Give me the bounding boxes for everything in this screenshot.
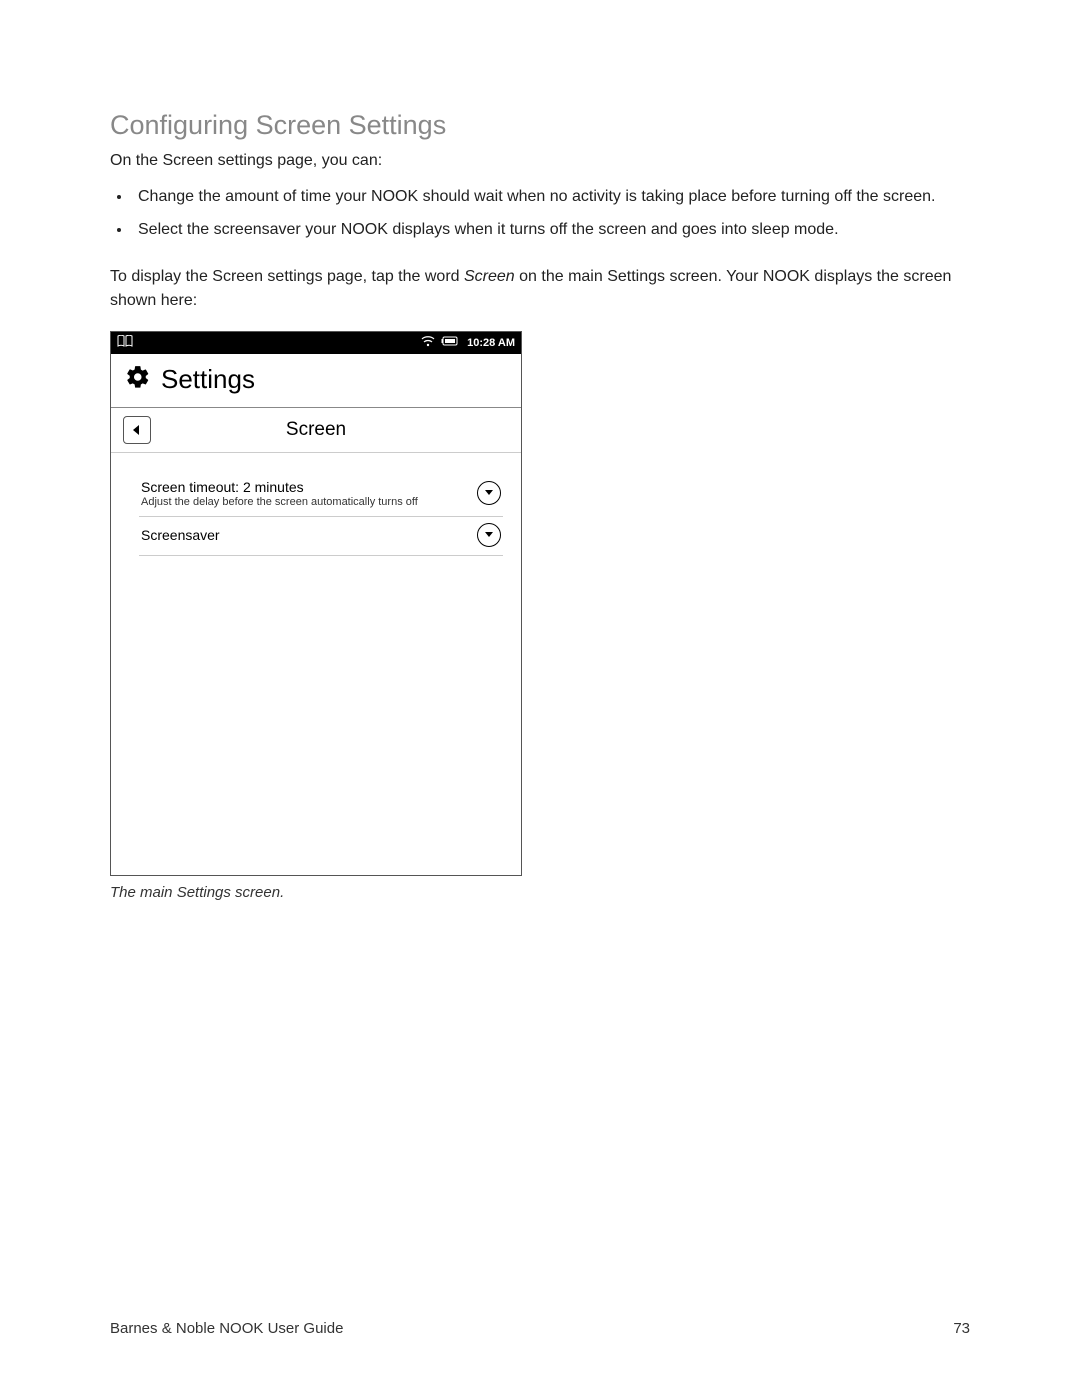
expand-button[interactable] — [477, 523, 501, 547]
bullet-item: Select the screensaver your NOOK display… — [132, 218, 970, 243]
settings-title: Settings — [161, 364, 255, 395]
settings-item-screen-timeout[interactable]: Screen timeout: 2 minutes Adjust the del… — [139, 473, 503, 517]
chevron-down-icon — [484, 531, 494, 539]
document-page: Configuring Screen Settings On the Scree… — [0, 0, 1080, 1397]
screen-row: Screen — [111, 408, 521, 453]
status-right: 10:28 AM — [421, 335, 515, 350]
item-primary-label: Screensaver — [141, 527, 220, 543]
settings-header: Settings — [111, 354, 521, 408]
book-icon — [117, 335, 133, 350]
battery-icon — [441, 336, 461, 349]
figure-caption: The main Settings screen. — [110, 884, 970, 901]
screen-title: Screen — [111, 419, 521, 441]
item-labels: Screen timeout: 2 minutes Adjust the del… — [141, 479, 418, 508]
page-number: 73 — [953, 1320, 970, 1337]
page-footer: Barnes & Noble NOOK User Guide 73 — [110, 1320, 970, 1337]
clock-label: 10:28 AM — [467, 337, 515, 349]
instruction-emphasis: Screen — [464, 268, 515, 285]
gear-icon — [125, 364, 151, 395]
section-heading: Configuring Screen Settings — [110, 110, 970, 141]
item-labels: Screensaver — [141, 527, 220, 543]
chevron-down-icon — [484, 489, 494, 497]
settings-body: Screen timeout: 2 minutes Adjust the del… — [111, 453, 521, 556]
wifi-icon — [421, 335, 435, 350]
expand-button[interactable] — [477, 481, 501, 505]
instruction-pre: To display the Screen settings page, tap… — [110, 268, 464, 285]
bullet-list: Change the amount of time your NOOK shou… — [132, 185, 970, 251]
intro-text: On the Screen settings page, you can: — [110, 149, 970, 173]
item-primary-label: Screen timeout: 2 minutes — [141, 479, 418, 495]
device-screenshot: 10:28 AM Settings Screen Screen tim — [110, 331, 522, 876]
status-bar: 10:28 AM — [111, 332, 521, 354]
settings-item-screensaver[interactable]: Screensaver — [139, 517, 503, 556]
instruction-text: To display the Screen settings page, tap… — [110, 265, 970, 313]
item-secondary-label: Adjust the delay before the screen autom… — [141, 496, 418, 508]
footer-left: Barnes & Noble NOOK User Guide — [110, 1320, 343, 1337]
bullet-item: Change the amount of time your NOOK shou… — [132, 185, 970, 210]
